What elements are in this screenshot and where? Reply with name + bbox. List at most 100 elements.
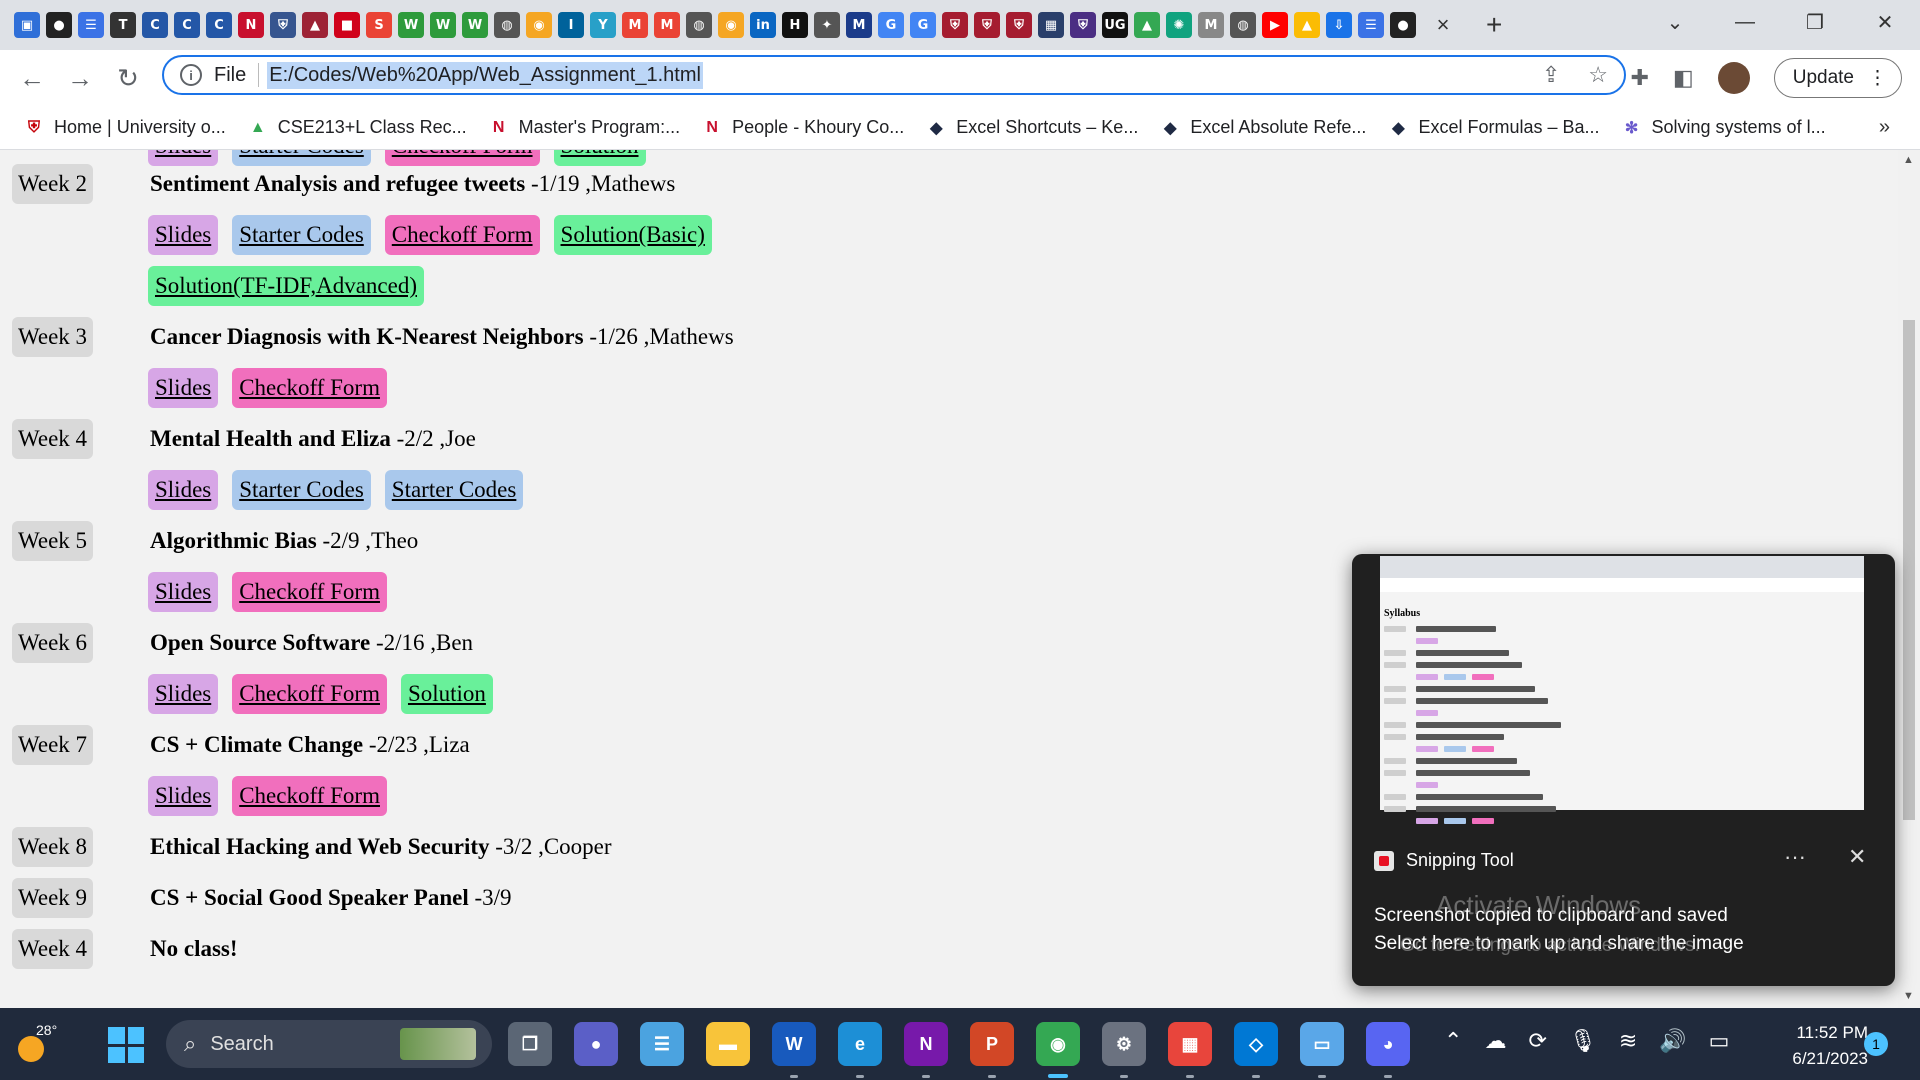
link-slides[interactable]: Slides	[148, 150, 219, 166]
c-icon-1[interactable]: C	[142, 12, 168, 38]
link-solution-tf-idf-advanced[interactable]: Solution(TF-IDF,Advanced)	[148, 266, 424, 306]
bookmark-item[interactable]: ◆ Excel Formulas – Ba...	[1388, 117, 1599, 138]
weather-widget[interactable]: 28°	[14, 1022, 58, 1066]
bookmark-item[interactable]: ✻ Solving systems of l...	[1622, 117, 1826, 138]
minimize-button[interactable]: —	[1710, 11, 1780, 34]
globe-icon-2[interactable]: ◍	[686, 12, 712, 38]
harvard-icon-1[interactable]: ⛨	[942, 12, 968, 38]
youtube-icon[interactable]: ▶	[1262, 12, 1288, 38]
link-solution[interactable]: Solution	[553, 150, 646, 166]
profile-avatar[interactable]	[1717, 62, 1750, 94]
chatgpt-icon[interactable]: ✺	[1166, 12, 1192, 38]
google-icon-1[interactable]: G	[878, 12, 904, 38]
bookmark-star-icon[interactable]: ☆	[1588, 62, 1608, 88]
notepad-icon[interactable]: ☰	[640, 1022, 684, 1066]
clock[interactable]: 11:52 PM 6/21/2023	[1768, 1020, 1868, 1072]
discord-icon[interactable]: ◕	[1366, 1022, 1410, 1066]
m-icon[interactable]: M	[846, 12, 872, 38]
bookmark-item[interactable]: ▲ CSE213+L Class Rec...	[248, 117, 467, 138]
bookmark-item[interactable]: ◆ Excel Absolute Refe...	[1160, 117, 1366, 138]
pattern-icon[interactable]: ▦	[1038, 12, 1064, 38]
link-slides[interactable]: Slides	[148, 470, 219, 510]
crest-icon[interactable]: ⛨	[1070, 12, 1096, 38]
link-starter-codes[interactable]: Starter Codes	[232, 150, 371, 166]
link-starter-codes[interactable]: Starter Codes	[232, 470, 371, 510]
google-icon-2[interactable]: G	[910, 12, 936, 38]
link-starter-codes[interactable]: Starter Codes	[384, 470, 524, 510]
docs-icon-2[interactable]: ☰	[1358, 12, 1384, 38]
globe-icon-3[interactable]: ◍	[1230, 12, 1256, 38]
teams-icon[interactable]: ●	[574, 1022, 618, 1066]
ai-icon[interactable]: ✦	[814, 12, 840, 38]
github-icon-2[interactable]: ●	[1390, 12, 1416, 38]
download-icon[interactable]: ⇩	[1326, 12, 1352, 38]
link-checkoff-form[interactable]: Checkoff Form	[384, 150, 540, 166]
link-checkoff-form[interactable]: Checkoff Form	[384, 215, 540, 255]
share-icon[interactable]: ⇪	[1542, 62, 1560, 88]
tab-search-dropdown-icon[interactable]: ⌄	[1640, 10, 1710, 35]
onenote-icon[interactable]: N	[904, 1022, 948, 1066]
docs-icon[interactable]: ☰	[78, 12, 104, 38]
bookmark-item[interactable]: ⛨ Home | University o...	[24, 117, 226, 138]
red-icon[interactable]: ■	[334, 12, 360, 38]
side-panel-icon[interactable]: ◧	[1673, 65, 1694, 91]
c-icon-2[interactable]: C	[174, 12, 200, 38]
url-text[interactable]: E:/Codes/Web%20App/Web_Assignment_1.html	[267, 61, 703, 89]
battery-icon[interactable]: ▭	[1709, 1028, 1730, 1054]
edge-icon[interactable]: e	[838, 1022, 882, 1066]
task-view-icon[interactable]: ❐	[508, 1022, 552, 1066]
screenshot-thumbnail[interactable]: Syllabus	[1380, 556, 1864, 824]
link-checkoff-form[interactable]: Checkoff Form	[232, 776, 387, 816]
gmail-icon-1[interactable]: M	[622, 12, 648, 38]
tab-close-button[interactable]: ×	[1430, 12, 1456, 38]
link-slides[interactable]: Slides	[148, 572, 219, 612]
github-icon[interactable]: ●	[46, 12, 72, 38]
settings-icon[interactable]: ⚙	[1102, 1022, 1146, 1066]
orange-icon-1[interactable]: ◉	[526, 12, 552, 38]
taskbar-search[interactable]: ⌕ Search	[166, 1020, 492, 1068]
link-checkoff-form[interactable]: Checkoff Form	[232, 368, 387, 408]
linkedin-icon[interactable]: in	[750, 12, 776, 38]
file-explorer-icon[interactable]: ▬	[706, 1022, 750, 1066]
reload-button[interactable]: ↻	[104, 63, 152, 94]
extensions-icon[interactable]: ✚	[1630, 65, 1648, 91]
restore-button[interactable]: ❐	[1780, 10, 1850, 35]
lastpass-icon[interactable]: ▣	[14, 12, 40, 38]
drive-icon-2[interactable]: ▲	[1294, 12, 1320, 38]
notification-more-button[interactable]: ···	[1784, 844, 1806, 870]
wifi-icon[interactable]: ≋	[1619, 1028, 1637, 1054]
forward-button[interactable]: →	[56, 63, 104, 94]
gmail-icon-2[interactable]: M	[654, 12, 680, 38]
mi-icon[interactable]: M	[1198, 12, 1224, 38]
link-solution[interactable]: Solution	[400, 674, 493, 714]
sync-icon[interactable]: ⟳	[1528, 1028, 1546, 1054]
microphone-icon[interactable]: 🎙	[1569, 1028, 1597, 1054]
notification-count-badge[interactable]: 1	[1864, 1032, 1888, 1056]
word-icon[interactable]: W	[772, 1022, 816, 1066]
remote-desktop-icon[interactable]: ▭	[1300, 1022, 1344, 1066]
scrollbar-thumb[interactable]	[1903, 320, 1915, 820]
new-tab-button[interactable]: +	[1486, 9, 1502, 41]
w-icon-3[interactable]: W	[462, 12, 488, 38]
c-icon-3[interactable]: C	[206, 12, 232, 38]
y-icon[interactable]: Y	[590, 12, 616, 38]
link-slides[interactable]: Slides	[148, 215, 219, 255]
w-icon-2[interactable]: W	[430, 12, 456, 38]
onedrive-icon[interactable]: ☁	[1484, 1028, 1506, 1054]
link-starter-codes[interactable]: Starter Codes	[232, 215, 371, 255]
t-icon[interactable]: T	[110, 12, 136, 38]
start-button[interactable]	[108, 1027, 144, 1063]
bookmark-item[interactable]: N People - Khoury Co...	[702, 117, 904, 138]
link-slides[interactable]: Slides	[148, 776, 219, 816]
store-icon[interactable]: ▦	[1168, 1022, 1212, 1066]
hackerrank-icon[interactable]: H	[782, 12, 808, 38]
chrome-icon[interactable]: ◉	[1036, 1022, 1080, 1066]
globe-icon-1[interactable]: ◍	[494, 12, 520, 38]
show-hidden-icons[interactable]: ⌃	[1444, 1028, 1462, 1054]
stevens-icon[interactable]: ▲	[302, 12, 328, 38]
powerpoint-icon[interactable]: P	[970, 1022, 1014, 1066]
harvard-icon-3[interactable]: ⛨	[1006, 12, 1032, 38]
more-menu-icon[interactable]: ⋮	[1868, 67, 1887, 90]
scroll-down-icon[interactable]: ▼	[1903, 990, 1914, 1002]
back-button[interactable]: ←	[8, 63, 56, 94]
